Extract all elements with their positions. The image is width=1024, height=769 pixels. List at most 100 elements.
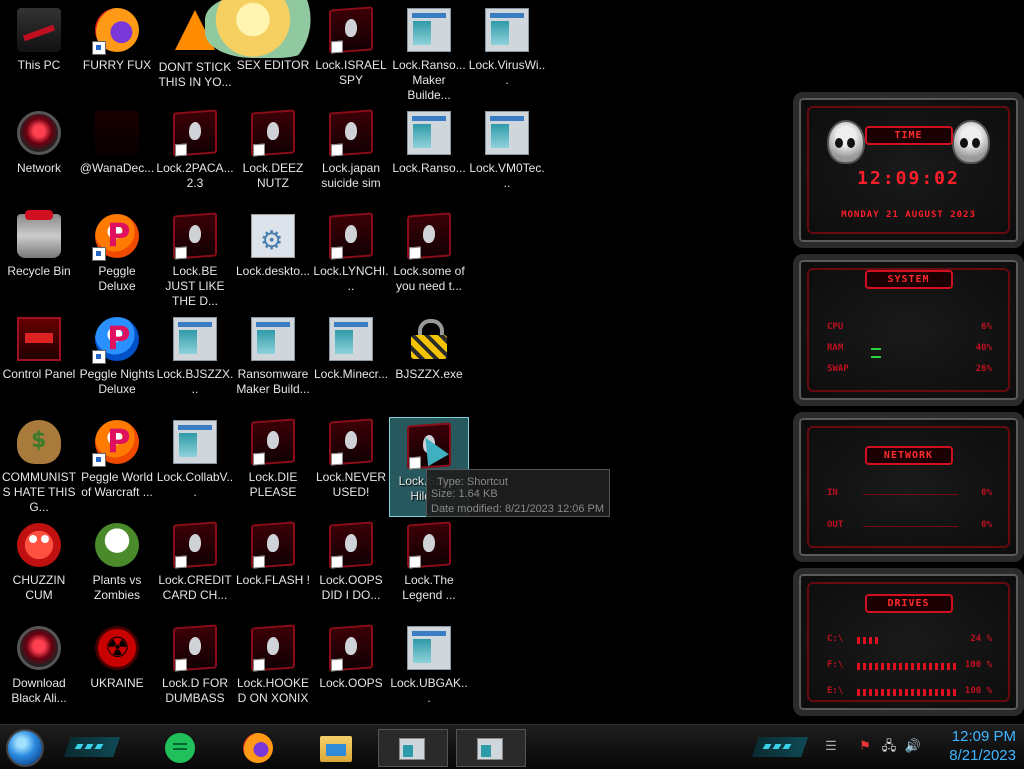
desktop-icon-wanadec[interactable]: @WanaDec... (78, 105, 156, 203)
window-app-icon (251, 317, 295, 361)
desktop-icon-this-pc[interactable]: This PC (0, 2, 78, 100)
taskbar-chat-app[interactable] (160, 729, 200, 767)
clock-date: 8/21/2023 (949, 747, 1016, 764)
desktop-icon-oops[interactable]: Lock.OOPS (312, 620, 390, 718)
desktop-icon-furry-fux[interactable]: FURRY FUX (78, 2, 156, 100)
window-app-icon (173, 420, 217, 464)
drive-c-bar (857, 637, 881, 644)
computer-icon (17, 8, 61, 52)
net-in-value: 0% (981, 488, 992, 498)
desktop-icon-plants-vs-zombies[interactable]: Plants vs Zombies (78, 517, 156, 615)
desktop-icon-viruswi[interactable]: Lock.VirusWi... (468, 2, 546, 100)
desktop-icon-japan-suicide-sim[interactable]: Lock.japan suicide sim (312, 105, 390, 203)
plant-icon (95, 523, 139, 567)
taskbar-clock[interactable]: 12:09 PM 8/21/2023 (926, 727, 1016, 765)
alien-shortcut-icon (329, 109, 373, 157)
desktop-icon-oops-did-i-do[interactable]: Lock.OOPS DID I DO... (312, 517, 390, 615)
drive-e-value: 100 % (964, 686, 992, 696)
alien-head-icon (952, 120, 990, 164)
icon-label: FURRY FUX (82, 58, 152, 72)
desktop-icon-control-panel[interactable]: Control Panel (0, 311, 78, 409)
desktop-icon-minecr[interactable]: Lock.Minecr... (312, 311, 390, 409)
desktop-icon-never-used[interactable]: Lock.NEVER USED! (312, 414, 390, 512)
net-out-label: OUT (827, 520, 844, 530)
drive-f-label: F:\ (827, 660, 844, 670)
clock-time: 12:09 PM (951, 728, 1016, 745)
icon-label: Peggle Nights Deluxe (79, 367, 155, 396)
desktop-icon-ransomware-maker-builder[interactable]: Lock.Ranso... Maker Builde... (390, 2, 468, 102)
drive-c-label: C:\ (827, 634, 844, 644)
peggle-icon (92, 214, 139, 261)
net-out-graph (863, 526, 958, 527)
net-in-graph (863, 494, 958, 495)
alien-shortcut-icon (251, 624, 295, 672)
cpu-label: CPU (827, 322, 844, 332)
desktop-icon-chuzzin[interactable]: CHUZZIN CUM (0, 517, 78, 615)
desktop-icon-deez-nutz[interactable]: Lock.DEEZ NUTZ (234, 105, 312, 203)
desktop-icon-lynchi[interactable]: Lock.LYNCHI... (312, 208, 390, 306)
desktop-icon-peggle-nights[interactable]: Peggle Nights Deluxe (78, 311, 156, 409)
desktop-icon-network[interactable]: Network (0, 105, 78, 203)
desktop-icon-vm0tec[interactable]: Lock.VM0Tec... (468, 105, 546, 203)
desktop-icon-ukraine[interactable]: UKRAINE (78, 620, 156, 718)
alien-shortcut-icon (407, 212, 451, 260)
flag-icon[interactable]: ⚑ (856, 737, 874, 755)
desktop-icon-bjszzx-exe[interactable]: BJSZZX.exe (390, 311, 468, 409)
taskbar-window-2[interactable] (456, 729, 526, 767)
taskbar-window-1[interactable] (378, 729, 448, 767)
icon-label: Lock.OOPS (319, 676, 383, 690)
desktop-icon-collabv[interactable]: Lock.CollabV... (156, 414, 234, 512)
desktop-icon-peggle-wow[interactable]: Peggle World of Warcraft ... (78, 414, 156, 512)
swap-row: SWAP 26% (827, 356, 992, 378)
desktop-icon-d-for-dumbass[interactable]: Lock.D FOR DUMBASS (156, 620, 234, 718)
desktop-icon-flash[interactable]: Lock.FLASH ! (234, 517, 312, 615)
desktop-icon-some-of-you[interactable]: Lock.some of you need t... (390, 208, 468, 306)
net-in-row: IN 0% (827, 488, 992, 502)
alien-shortcut-icon (173, 109, 217, 157)
icon-label: Control Panel (2, 367, 76, 381)
desktop-icon-bjszzx-lock[interactable]: Lock.BJSZZX... (156, 311, 234, 409)
window-app-icon (477, 738, 503, 760)
taskbar-firefox[interactable] (238, 729, 278, 767)
control-panel-icon (17, 317, 61, 361)
icon-label: @WanaDec... (79, 161, 155, 175)
desktop-icon-the-legend[interactable]: Lock.The Legend ... (390, 517, 468, 615)
desktop-icon-ransomware-maker[interactable]: Ransomware Maker Build... (234, 311, 312, 409)
desktop-icon-die-please[interactable]: Lock.DIE PLEASE (234, 414, 312, 512)
speaker-icon[interactable]: 🔊 (904, 737, 922, 755)
file-explorer-icon (320, 736, 352, 762)
desktop-icon-download-black-ali[interactable]: Download Black Ali... (0, 620, 78, 718)
desktop-icon-deskto[interactable]: Lock.deskto... (234, 208, 312, 306)
desktop-icon-communists[interactable]: COMMUNISTS HATE THIS G... (0, 414, 78, 514)
desktop-icon-credit-card[interactable]: Lock.CREDIT CARD CH... (156, 517, 234, 615)
icon-label: Lock.LYNCHI... (313, 264, 389, 293)
icon-label: Lock.The Legend ... (402, 573, 456, 602)
net-in-label: IN (827, 488, 838, 498)
shortcut-arrow-icon (92, 350, 106, 364)
chat-app-icon (165, 733, 195, 763)
alien-shortcut-icon (329, 624, 373, 672)
ram-value: 40% (975, 343, 992, 353)
taskbar: ☰ ⚑ 🖧 🔊 12:09 PM 8/21/2023 (0, 724, 1024, 769)
desktop-icon-be-just-like[interactable]: Lock.BE JUST LIKE THE D... (156, 208, 234, 308)
show-hidden-icons[interactable]: ☰ (822, 737, 840, 755)
icon-label: SEX EDITOR (236, 58, 310, 72)
desktop-icon-recycle-bin[interactable]: Recycle Bin (0, 208, 78, 306)
ram-label: RAM (827, 343, 844, 353)
desktop-icon-israel-spy[interactable]: Lock.ISRAEL SPY (312, 2, 390, 100)
start-button[interactable] (6, 729, 44, 767)
network-icon[interactable]: 🖧 (880, 737, 898, 755)
icon-label: Lock.CollabV... (156, 470, 234, 499)
icon-label: Lock.DIE PLEASE (248, 470, 298, 499)
desktop-icon-ranso[interactable]: Lock.Ranso... (390, 105, 468, 203)
icon-label: Recycle Bin (7, 264, 71, 278)
desktop-icon-peggle-deluxe[interactable]: Peggle Deluxe (78, 208, 156, 306)
shortcut-arrow-icon (92, 247, 106, 261)
ram-row: RAM 40% (827, 343, 992, 357)
taskbar-file-explorer[interactable] (316, 729, 356, 767)
desktop-icon-hooked-on-xonix[interactable]: Lock.HOOKED ON XONIX (234, 620, 312, 718)
desktop-icon-sex-editor[interactable]: SEX EDITOR (205, 0, 325, 100)
desktop-icon-ubgak[interactable]: Lock.UBGAK... (390, 620, 468, 718)
radiation-icon (95, 626, 139, 670)
desktop-icon-2paca[interactable]: Lock.2PACA... 2.3 (156, 105, 234, 203)
